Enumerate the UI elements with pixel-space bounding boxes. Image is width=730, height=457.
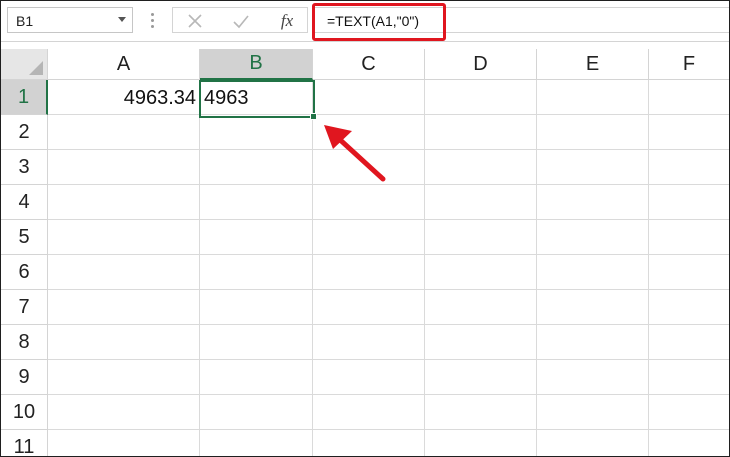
select-all-corner[interactable] [1, 49, 48, 80]
name-box-value: B1 [16, 13, 34, 29]
row-header-1[interactable]: 1 [1, 80, 48, 115]
row-header-11[interactable]: 11 [1, 430, 48, 456]
row-header-6[interactable]: 6 [1, 255, 48, 290]
row-header-9[interactable]: 9 [1, 360, 48, 395]
row-header-4[interactable]: 4 [1, 185, 48, 220]
fx-icon[interactable]: fx [269, 8, 305, 34]
column-header-a[interactable]: A [48, 49, 200, 80]
gridline [199, 80, 200, 456]
row-header-2[interactable]: 2 [1, 115, 48, 150]
cancel-x-icon[interactable] [177, 8, 213, 34]
column-header-f[interactable]: F [649, 49, 729, 80]
gridline [48, 219, 729, 220]
row-header-5[interactable]: 5 [1, 220, 48, 255]
select-all-icon [29, 61, 43, 75]
fill-handle[interactable] [310, 113, 317, 120]
column-header-b[interactable]: B [200, 49, 313, 80]
formula-buttons: fx [172, 7, 308, 33]
cell-a1[interactable]: 4963.34 [49, 81, 196, 116]
grip-icon[interactable] [151, 13, 154, 29]
row-header-7[interactable]: 7 [1, 290, 48, 325]
red-arrow-icon [324, 125, 386, 182]
column-header-c[interactable]: C [313, 49, 425, 80]
column-header-e[interactable]: E [537, 49, 649, 80]
gridline [312, 80, 313, 456]
fx-label: fx [280, 11, 294, 30]
gridline [48, 289, 729, 290]
enter-check-icon[interactable] [223, 8, 259, 34]
gridline [48, 359, 729, 360]
gridline [648, 80, 649, 456]
gridline [48, 324, 729, 325]
row-header-3[interactable]: 3 [1, 150, 48, 185]
gridline [424, 80, 425, 456]
formula-bar: B1 fx =TEXT(A1,"0") [1, 1, 729, 42]
column-header-d[interactable]: D [425, 49, 537, 80]
row-header-10[interactable]: 10 [1, 395, 48, 430]
excel-window: B1 fx =TEXT(A1,"0") A B C D E F 1 2 3 4 … [0, 0, 730, 457]
gridline [48, 429, 729, 430]
chevron-down-icon[interactable] [118, 17, 126, 22]
formula-highlight-box [312, 3, 446, 41]
gridline [48, 394, 729, 395]
row-header-8[interactable]: 8 [1, 325, 48, 360]
gridline [536, 80, 537, 456]
gridline [48, 254, 729, 255]
active-cell-border [199, 80, 315, 118]
name-box[interactable]: B1 [7, 7, 133, 33]
